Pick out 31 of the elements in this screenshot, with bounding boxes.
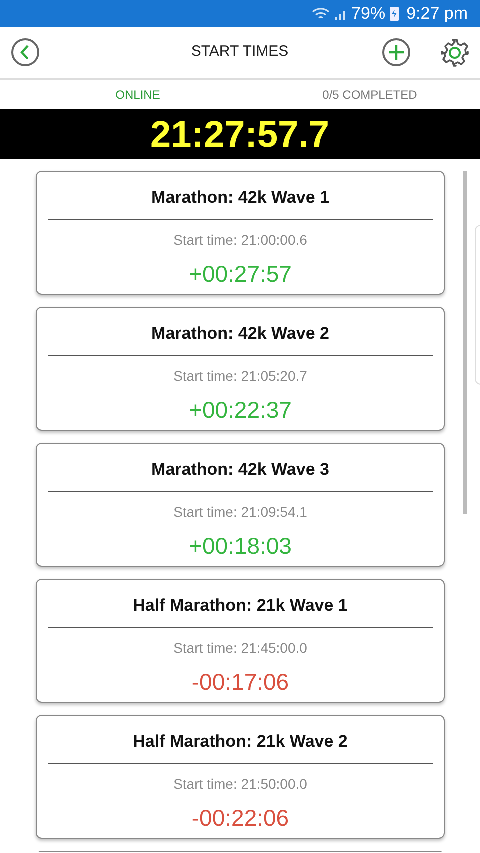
connection-status: ONLINE	[116, 86, 160, 104]
start-time: Start time: 21:50:00.0	[174, 774, 308, 794]
time-offset: -00:17:06	[192, 668, 290, 696]
wave-name: Half Marathon: 21k Wave 2	[133, 731, 348, 753]
wave-card[interactable]: Marathon: 42k Wave 1 Start time: 21:00:00.6 +00:27:57	[36, 171, 445, 295]
wave-name: Marathon: 42k Wave 2	[152, 323, 330, 345]
start-time: Start time: 21:05:20.7	[174, 366, 308, 386]
start-time: Start time: 21:45:00.0	[174, 638, 308, 658]
battery-level: 79%	[352, 2, 386, 25]
wave-card[interactable]: Half Marathon: 21k Wave 1 Start time: 21:45:00.0 -00:17:06	[36, 579, 445, 703]
start-time: Start time: 21:09:54.1	[174, 502, 308, 522]
wave-card[interactable]: Marathon: 42k Wave 3 Start time: 21:09:54.1 +00:18:03	[36, 443, 445, 567]
settings-button[interactable]	[440, 38, 470, 68]
wave-card[interactable]: Marathon: 42k Wave 2 Start time: 21:05:20.7 +00:22:37	[36, 307, 445, 431]
current-time: 21:27:57.7	[150, 116, 330, 152]
clock-time: 9:27 pm	[406, 2, 468, 25]
wave-card[interactable]: Half Marathon: 21k Wave 2 Start time: 21:50:00.0 -00:22:06	[36, 715, 445, 839]
time-offset: -00:22:06	[192, 804, 290, 832]
completion-count: 0/5 COMPLETED	[322, 86, 418, 104]
wave-name: Half Marathon: 21k Wave 1	[133, 595, 348, 617]
time-offset: +00:27:57	[189, 260, 292, 288]
start-time: Start time: 21:00:00.6	[174, 230, 308, 250]
time-offset: +00:22:37	[189, 396, 292, 424]
back-button[interactable]	[11, 38, 40, 67]
wave-name: Marathon: 42k Wave 1	[152, 187, 330, 209]
battery-icon	[390, 6, 399, 21]
wave-name: Marathon: 42k Wave 3	[152, 459, 330, 481]
screen-title: START TIMES	[191, 42, 289, 62]
add-button[interactable]	[382, 38, 411, 67]
wifi-icon	[312, 6, 330, 20]
time-offset: +00:18:03	[189, 532, 292, 560]
